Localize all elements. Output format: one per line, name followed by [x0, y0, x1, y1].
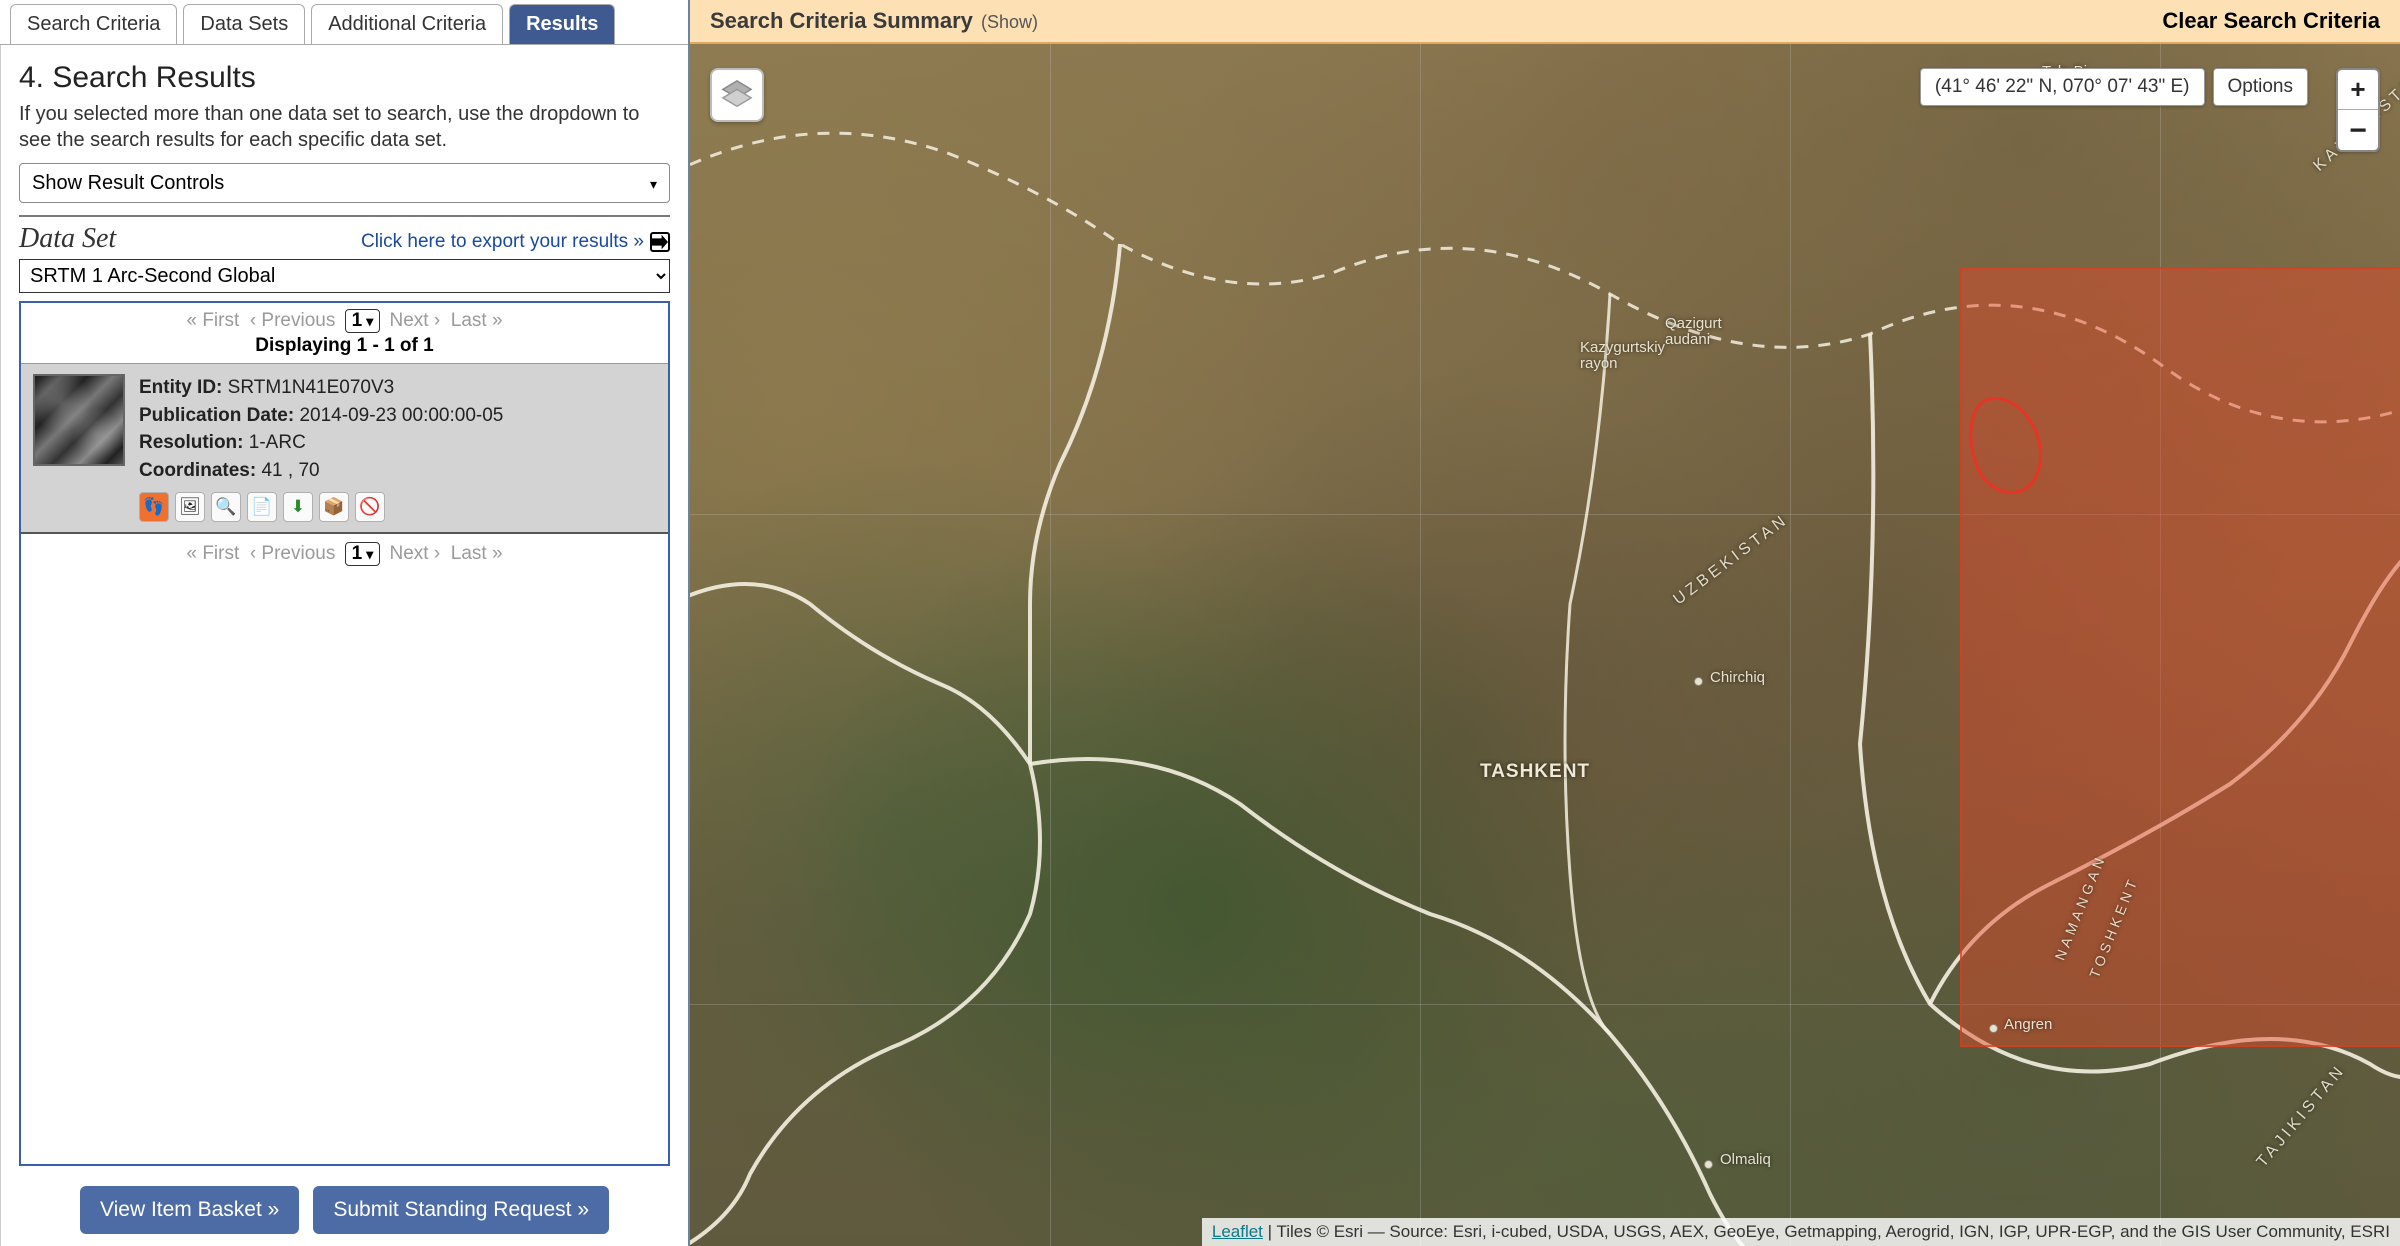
- metadata-icon[interactable]: 📄: [247, 492, 277, 522]
- map-area[interactable]: Search Criteria Summary (Show) Clear Sea…: [690, 0, 2400, 1246]
- label-angren: Angren: [2004, 1017, 2052, 1033]
- attribution-text: | Tiles © Esri — Source: Esri, i-cubed, …: [1263, 1222, 2390, 1241]
- zoom-out-button[interactable]: −: [2338, 110, 2378, 150]
- entity-id-label: Entity ID:: [139, 377, 222, 398]
- sidebar: Search Criteria Data Sets Additional Cri…: [0, 0, 690, 1246]
- zoom-in-button[interactable]: +: [2338, 70, 2378, 110]
- result-row[interactable]: Entity ID: SRTM1N41E070V3 Publication Da…: [21, 364, 668, 534]
- pager-top: « First ‹ Previous 1 Next › Last »: [21, 303, 668, 335]
- tab-search-criteria[interactable]: Search Criteria: [10, 4, 177, 44]
- results-box: « First ‹ Previous 1 Next › Last » Displ…: [19, 301, 670, 1166]
- label-tashkent: TASHKENT: [1480, 762, 1590, 782]
- result-info: Entity ID: SRTM1N41E070V3 Publication Da…: [139, 374, 503, 522]
- leaflet-link[interactable]: Leaflet: [1212, 1222, 1263, 1241]
- result-thumbnail[interactable]: [33, 374, 125, 466]
- map-attribution: Leaflet | Tiles © Esri — Source: Esri, i…: [1202, 1218, 2400, 1246]
- bulk-icon[interactable]: 📦: [319, 492, 349, 522]
- clear-search-criteria-link[interactable]: Clear Search Criteria: [2162, 8, 2380, 34]
- pager-page-select-b[interactable]: 1: [345, 542, 381, 566]
- pager-first-b[interactable]: « First: [186, 543, 239, 564]
- remove-icon[interactable]: 🚫: [355, 492, 385, 522]
- export-results-link[interactable]: Click here to export your results »: [361, 231, 670, 253]
- show-result-controls-label: Show Result Controls: [32, 172, 224, 195]
- pager-bottom: « First ‹ Previous 1 Next › Last »: [21, 534, 668, 574]
- download-icon[interactable]: ⬇: [283, 492, 313, 522]
- label-kazygurt: Kazygurtskiy rayon: [1580, 340, 1665, 372]
- coordinates-readout: (41° 46' 22" N, 070° 07' 43" E): [1920, 68, 2205, 106]
- zoom-control: + −: [2336, 68, 2380, 152]
- compare-icon[interactable]: 🔍: [211, 492, 241, 522]
- page-title: 4. Search Results: [19, 61, 670, 95]
- entity-id-value: SRTM1N41E070V3: [228, 377, 395, 398]
- result-actions: 👣 🖼 🔍 📄 ⬇ 📦 🚫: [139, 492, 503, 522]
- dot-angren: [1989, 1024, 1998, 1033]
- dataset-header: Data Set: [19, 223, 116, 255]
- layers-icon: [720, 78, 754, 112]
- page-description: If you selected more than one data set t…: [19, 101, 670, 153]
- coordinates-value: 41 , 70: [261, 460, 319, 481]
- export-icon: [650, 232, 670, 252]
- export-link-label: Click here to export your results »: [361, 231, 644, 253]
- footprint-icon[interactable]: 👣: [139, 492, 169, 522]
- pub-date-label: Publication Date:: [139, 405, 294, 426]
- view-item-basket-button[interactable]: View Item Basket »: [80, 1186, 299, 1234]
- chevron-down-icon: [650, 172, 657, 195]
- pager-last-b[interactable]: Last »: [451, 543, 503, 564]
- overlay-icon[interactable]: 🖼: [175, 492, 205, 522]
- show-result-controls-dropdown[interactable]: Show Result Controls: [19, 163, 670, 203]
- pager-last[interactable]: Last »: [451, 310, 503, 331]
- tab-results[interactable]: Results: [509, 4, 615, 44]
- pager-displaying: Displaying 1 - 1 of 1: [21, 335, 668, 364]
- coordinates-label: Coordinates:: [139, 460, 256, 481]
- footprint-overlay: [1960, 267, 2400, 1047]
- pager-prev-b[interactable]: ‹ Previous: [250, 543, 336, 564]
- layers-button[interactable]: [710, 68, 764, 122]
- pager-next[interactable]: Next ›: [390, 310, 441, 331]
- resolution-label: Resolution:: [139, 432, 244, 453]
- pager-first[interactable]: « First: [186, 310, 239, 331]
- dataset-select[interactable]: SRTM 1 Arc-Second Global: [19, 259, 670, 293]
- dot-chirchiq: [1694, 677, 1703, 686]
- tab-additional-criteria[interactable]: Additional Criteria: [311, 4, 503, 44]
- submit-standing-request-button[interactable]: Submit Standing Request »: [313, 1186, 609, 1234]
- pub-date-value: 2014-09-23 00:00:00-05: [299, 405, 503, 426]
- summary-bar: Search Criteria Summary (Show) Clear Sea…: [690, 0, 2400, 44]
- pager-page-select[interactable]: 1: [345, 309, 381, 333]
- label-qazigurt: Qazigurt audani: [1665, 316, 1722, 348]
- map-options-button[interactable]: Options: [2213, 68, 2308, 106]
- pager-next-b[interactable]: Next ›: [390, 543, 441, 564]
- label-olmaliq: Olmaliq: [1720, 1152, 1771, 1168]
- label-chirchiq: Chirchiq: [1710, 670, 1765, 686]
- dot-olmaliq: [1704, 1160, 1713, 1169]
- pager-prev[interactable]: ‹ Previous: [250, 310, 336, 331]
- summary-show-link[interactable]: (Show): [981, 12, 1038, 32]
- tab-data-sets[interactable]: Data Sets: [183, 4, 305, 44]
- tabs: Search Criteria Data Sets Additional Cri…: [0, 0, 688, 45]
- summary-title: Search Criteria Summary: [710, 8, 973, 33]
- resolution-value: 1-ARC: [249, 432, 306, 453]
